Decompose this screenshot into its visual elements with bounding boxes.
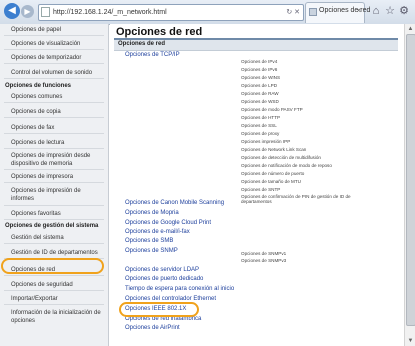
- sidebar-item-label: dispositivo de memoria: [11, 161, 73, 167]
- divider: [4, 243, 104, 244]
- link-multicast[interactable]: Opciones de detección de multidifusión: [241, 155, 321, 160]
- sidebar-item-department-id[interactable]: Gestión de ID de departamentos: [0, 249, 108, 257]
- link-port-number[interactable]: Opciones de número de puerto: [241, 171, 304, 176]
- divider: [4, 78, 104, 79]
- sidebar-item-volume[interactable]: Control del volumen de sonido: [0, 69, 108, 77]
- sidebar-item-label: informes: [11, 196, 35, 202]
- link-label: departamentos: [241, 199, 272, 204]
- link-mopria[interactable]: Opciones de Mopria: [125, 210, 179, 216]
- scrollbar-thumb[interactable]: [406, 34, 415, 326]
- scroll-down-icon[interactable]: ▼: [405, 336, 415, 346]
- back-arrow-icon[interactable]: ◀: [4, 3, 20, 19]
- browser-tab[interactable]: Opciones de red ×: [305, 2, 370, 23]
- divider: [4, 290, 104, 291]
- sidebar-item-label: Opciones de impresión desde: [11, 153, 91, 159]
- link-startup-wait[interactable]: Tiempo de espera para conexión al inicio: [125, 286, 234, 292]
- address-url[interactable]: http://192.168.1.24/_m_network.html: [53, 6, 167, 19]
- highlight-oval: [1, 258, 104, 274]
- link-ipp[interactable]: Opciones impresión IPP: [241, 139, 290, 144]
- divider: [4, 219, 104, 220]
- link-ipv6[interactable]: Opciones de IPv6: [241, 67, 277, 72]
- tab-page-icon: [309, 8, 317, 16]
- sidebar-item-paper[interactable]: Opciones de papel: [0, 26, 108, 34]
- link-http[interactable]: Opciones de HTTP: [241, 115, 280, 120]
- divider: [4, 63, 104, 64]
- divider: [4, 49, 104, 50]
- link-ldap[interactable]: Opciones de servidor LDAP: [125, 267, 199, 273]
- divider: [4, 304, 104, 305]
- link-wsd[interactable]: Opciones de WSD: [241, 99, 279, 104]
- divider: [4, 169, 104, 170]
- divider: [4, 133, 104, 134]
- link-wins[interactable]: Opciones de WINS: [241, 75, 280, 80]
- link-proxy[interactable]: Opciones de proxy: [241, 131, 279, 136]
- highlight-oval: [119, 302, 199, 317]
- section-title: Opciones de red: [118, 41, 166, 47]
- sidebar: Opciones de papel Opciones de visualizac…: [0, 24, 109, 346]
- sidebar-item-timer[interactable]: Opciones de temporizador: [0, 54, 108, 62]
- link-tcpip[interactable]: Opciones de TCP/IP: [125, 52, 180, 58]
- link-email-ifax[interactable]: Opciones de e-mail/i-fax: [125, 229, 190, 235]
- link-mtu[interactable]: Opciones de tamaño de MTU: [241, 179, 301, 184]
- sidebar-item-label: Información de la inicialización de: [11, 310, 101, 316]
- link-snmp[interactable]: Opciones de SNMP: [125, 248, 178, 254]
- link-lpd[interactable]: Opciones de LPD: [241, 83, 277, 88]
- link-network-link-scan[interactable]: Opciones de Network Link Scan: [241, 147, 306, 152]
- sidebar-item-memory-print[interactable]: Opciones de impresión desde dispositivo …: [0, 152, 108, 168]
- divider: [4, 182, 104, 183]
- divider: [4, 205, 104, 206]
- sidebar-item-label: Opciones de impresión de: [11, 188, 81, 194]
- sidebar-item-system-management[interactable]: Gestión del sistema: [0, 234, 108, 242]
- divider: [4, 35, 104, 36]
- page-title: Opciones de red: [116, 26, 203, 38]
- sidebar-item-copy[interactable]: Opciones de copia: [0, 108, 108, 116]
- link-ssl[interactable]: Opciones de SSL: [241, 123, 277, 128]
- sidebar-item-printer[interactable]: Opciones de impresora: [0, 173, 108, 181]
- star-icon[interactable]: ☆: [384, 5, 396, 17]
- vertical-scrollbar[interactable]: ▲ ▼: [404, 24, 415, 346]
- link-ftp-pasv[interactable]: Opciones de modo PASV FTP: [241, 107, 303, 112]
- refresh-icon[interactable]: ↻ ✕: [286, 6, 300, 19]
- divider: [4, 148, 104, 149]
- link-google-cloud-print[interactable]: Opciones de Google Cloud Print: [125, 220, 211, 226]
- sidebar-item-favorites[interactable]: Opciones favoritas: [0, 210, 108, 218]
- link-canon-mobile-scanning[interactable]: Opciones de Canon Mobile Scanning: [125, 200, 224, 206]
- link-ipv4[interactable]: Opciones de IPv4: [241, 59, 277, 64]
- tab-label: Opciones de red: [319, 7, 371, 14]
- section-header: Opciones de red: [114, 40, 398, 51]
- scroll-up-icon[interactable]: ▲: [405, 24, 415, 34]
- main-content: Opciones de red Opciones de red Opciones…: [110, 24, 404, 346]
- link-snmpv3[interactable]: Opciones de SNMPv3: [241, 258, 286, 263]
- sidebar-item-fax[interactable]: Opciones de fax: [0, 124, 108, 132]
- link-snmpv1[interactable]: Opciones de SNMPv1: [241, 251, 286, 256]
- home-icon[interactable]: ⌂: [370, 5, 382, 17]
- divider: [4, 117, 104, 118]
- sidebar-item-security[interactable]: Opciones de seguridad: [0, 281, 108, 289]
- divider: [4, 102, 104, 103]
- sidebar-item-reports[interactable]: Opciones de impresión de informes: [0, 187, 108, 203]
- divider: [4, 275, 104, 276]
- tab-close-icon[interactable]: ×: [356, 6, 361, 15]
- link-airprint[interactable]: Opciones de AirPrint: [125, 325, 180, 331]
- sidebar-item-common[interactable]: Opciones comunes: [0, 93, 108, 101]
- page-icon: [41, 7, 50, 17]
- sidebar-heading-functions: Opciones de funciones: [5, 83, 72, 89]
- sidebar-item-import-export[interactable]: Importar/Exportar: [0, 295, 108, 303]
- link-pin-confirmation[interactable]: Opciones de confirmación de PIN de gesti…: [241, 194, 351, 204]
- browser-toolbar: ◀ ▶ http://192.168.1.24/_m_network.html …: [0, 0, 415, 25]
- sidebar-item-initialize[interactable]: Información de la inicialización de opci…: [0, 309, 108, 325]
- sidebar-heading-system: Opciones de gestión del sistema: [5, 223, 99, 229]
- sidebar-item-label: opciones: [11, 318, 36, 324]
- link-raw[interactable]: Opciones de RAW: [241, 91, 279, 96]
- sidebar-item-display[interactable]: Opciones de visualización: [0, 40, 108, 48]
- link-sleep-notification[interactable]: Opciones de notificación de modo de repo…: [241, 163, 332, 168]
- sidebar-item-scan[interactable]: Opciones de lectura: [0, 139, 108, 147]
- forward-arrow-icon[interactable]: ▶: [21, 5, 34, 18]
- address-bar[interactable]: http://192.168.1.24/_m_network.html ↻ ✕: [38, 4, 304, 21]
- link-dedicated-port[interactable]: Opciones de puerto dedicado: [125, 276, 203, 282]
- gear-icon[interactable]: ⚙: [398, 5, 410, 17]
- link-smb[interactable]: Opciones de SMB: [125, 238, 173, 244]
- link-sntp[interactable]: Opciones de SNTP: [241, 187, 280, 192]
